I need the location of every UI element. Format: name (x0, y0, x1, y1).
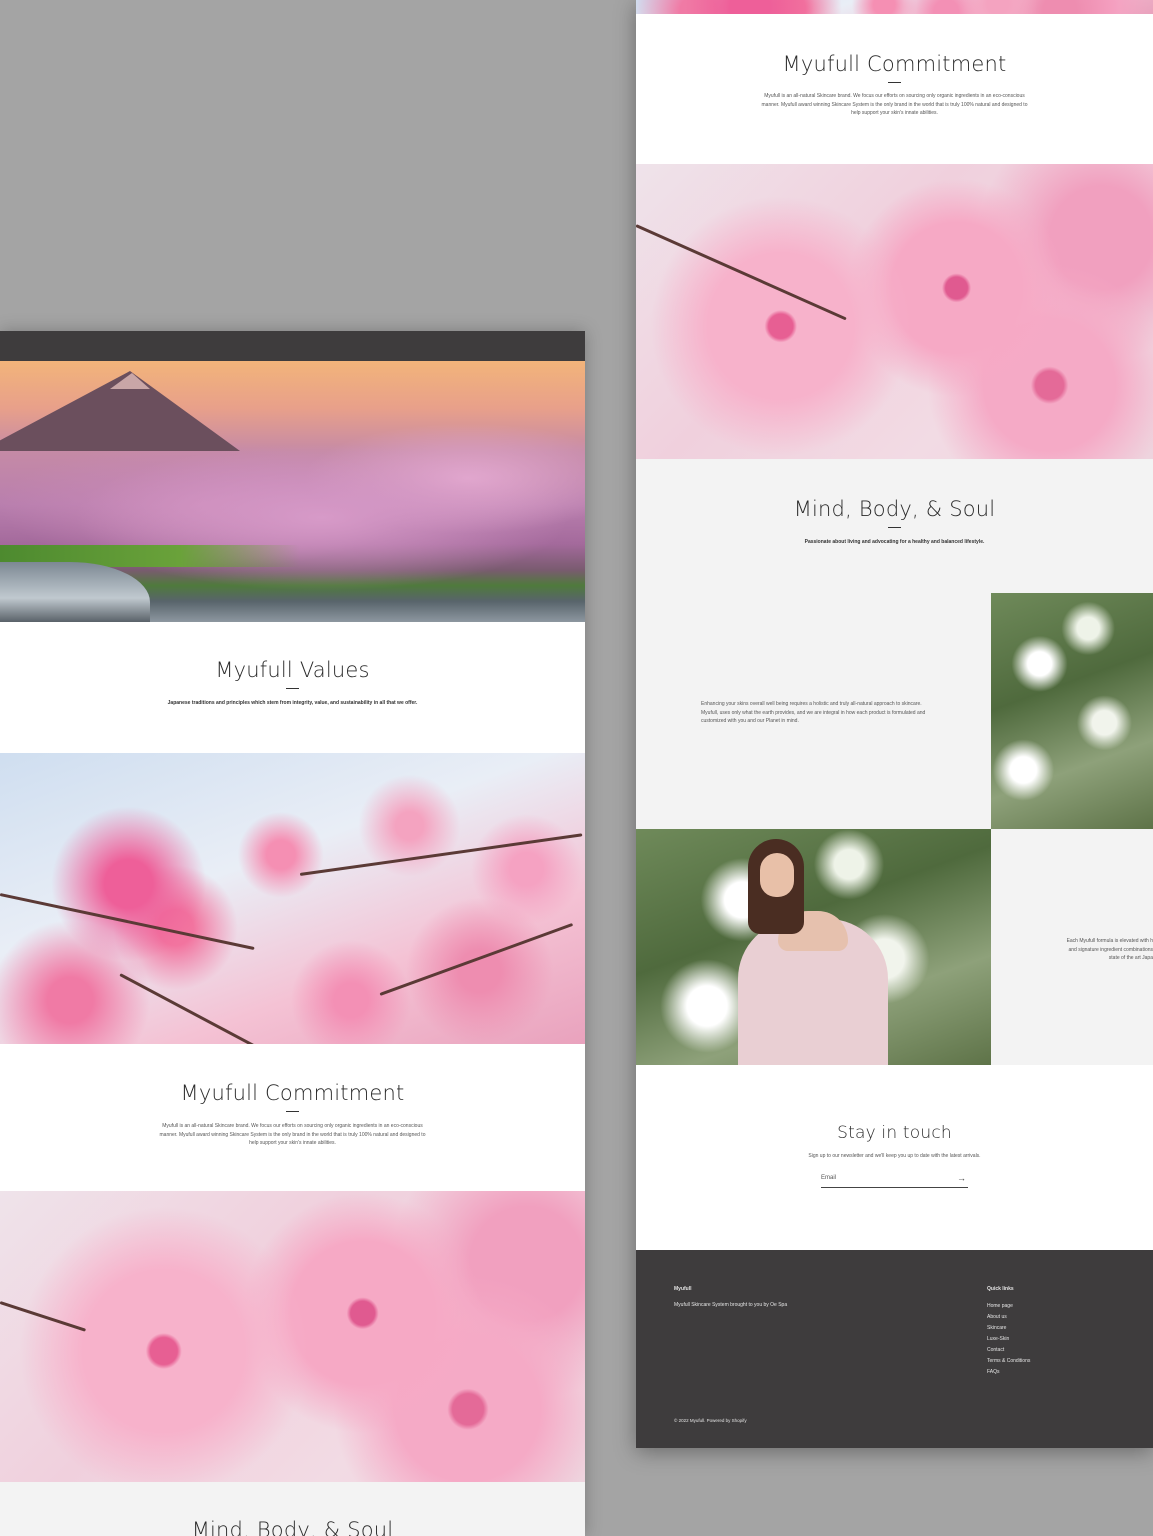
face (760, 853, 794, 897)
holistic-text: Enhancing your skins overall well being … (701, 701, 926, 724)
commitment-section: Myufull Commitment Myufull is an all-nat… (636, 14, 1153, 164)
formula-text-line-2: and signature ingredient combinations (1068, 946, 1153, 953)
quick-links-heading: Quick links (987, 1286, 1014, 1292)
footer-link-luxe-skin[interactable]: Luxe-Skin (987, 1334, 1030, 1345)
values-section: Myufull Values Japanese traditions and p… (0, 622, 585, 753)
branch (299, 833, 583, 876)
footer-link-faqs[interactable]: FAQs (987, 1367, 1030, 1378)
commitment-text: Myufull is an all-natural Skincare brand… (761, 93, 1028, 116)
commitment-title: Myufull Commitment (782, 52, 1007, 76)
copyright: © 2022 Myufull. Powered by Shopify (674, 1418, 747, 1423)
footer: Myufull Myufull Skincare System brought … (636, 1250, 1153, 1448)
newsletter-title: Stay in touch (837, 1123, 952, 1143)
mountain-snow-cap (110, 373, 150, 389)
branch (0, 1301, 87, 1332)
commitment-text: Myufull is an all-natural Skincare brand… (159, 1123, 426, 1146)
newsletter-section: Stay in touch Sign up to our newsletter … (636, 1065, 1153, 1250)
footer-link-about[interactable]: About us (987, 1312, 1030, 1323)
footer-link-terms[interactable]: Terms & Conditions (987, 1356, 1030, 1367)
branch (379, 922, 574, 996)
mind-body-soul-row-2: Each Myufull formula is elevated with h … (636, 829, 1153, 1065)
footer-brand-heading: Myufull (674, 1286, 692, 1292)
footer-link-contact[interactable]: Contact (987, 1345, 1030, 1356)
header-bar (0, 331, 585, 361)
branch (0, 893, 255, 951)
mind-body-soul-title: Mind, Body, & Soul (793, 497, 996, 521)
values-title: Myufull Values (215, 658, 370, 682)
woman-in-blossoms-image (636, 829, 991, 1065)
mind-body-soul-subtitle: Passionate about living and advocating f… (804, 539, 985, 545)
mind-body-soul-row-1: Enhancing your skins overall well being … (636, 593, 1153, 829)
quick-links-list: Home page About us Skincare Luxe-Skin Co… (987, 1301, 1030, 1378)
hero-image-fuji-cherry-blossoms (0, 361, 585, 622)
mind-body-soul-title: Mind, Body, & Soul (191, 1518, 394, 1536)
arrow-right-icon[interactable]: → (957, 1173, 966, 1183)
text-cell: Each Myufull formula is elevated with h … (991, 829, 1153, 1065)
left-page-mockup: Myufull Values Japanese traditions and p… (0, 331, 585, 1536)
email-placeholder: Email (821, 1174, 837, 1181)
formula-text-line-1: Each Myufull formula is elevated with h (1066, 938, 1153, 944)
branch (119, 973, 298, 1044)
cherry-blossom-closeup-image (636, 164, 1153, 459)
footer-link-skincare[interactable]: Skincare (987, 1323, 1030, 1334)
commitment-section: Myufull Commitment Myufull is an all-nat… (0, 1044, 585, 1191)
title-underline (888, 527, 901, 528)
newsletter-text: Sign up to our newsletter and we'll keep… (808, 1153, 981, 1159)
commitment-title: Myufull Commitment (180, 1081, 405, 1105)
formula-text-line-3: state of the art Japa (1108, 955, 1153, 961)
cherry-blossom-closeup-image (0, 1191, 585, 1482)
river (0, 562, 150, 622)
values-text: Japanese traditions and principles which… (167, 700, 418, 706)
title-underline (888, 82, 901, 83)
text-cell: Enhancing your skins overall well being … (636, 593, 991, 829)
footer-link-home[interactable]: Home page (987, 1301, 1030, 1312)
title-underline (286, 1111, 299, 1112)
cherry-blossom-branches-image (0, 753, 585, 1044)
footer-brand-text: Myufull Skincare System brought to you b… (674, 1302, 788, 1308)
right-page-mockup: Myufull Commitment Myufull is an all-nat… (636, 0, 1153, 1448)
title-underline (286, 688, 299, 689)
mind-body-soul-section: Mind, Body, & Soul Passionate about livi… (636, 459, 1153, 593)
white-blossoms-image (991, 593, 1153, 829)
email-input[interactable]: Email → (821, 1173, 968, 1188)
cherry-blossom-strip-image (636, 0, 1153, 14)
mind-body-soul-section: Mind, Body, & Soul (0, 1482, 585, 1536)
branch (636, 224, 847, 321)
